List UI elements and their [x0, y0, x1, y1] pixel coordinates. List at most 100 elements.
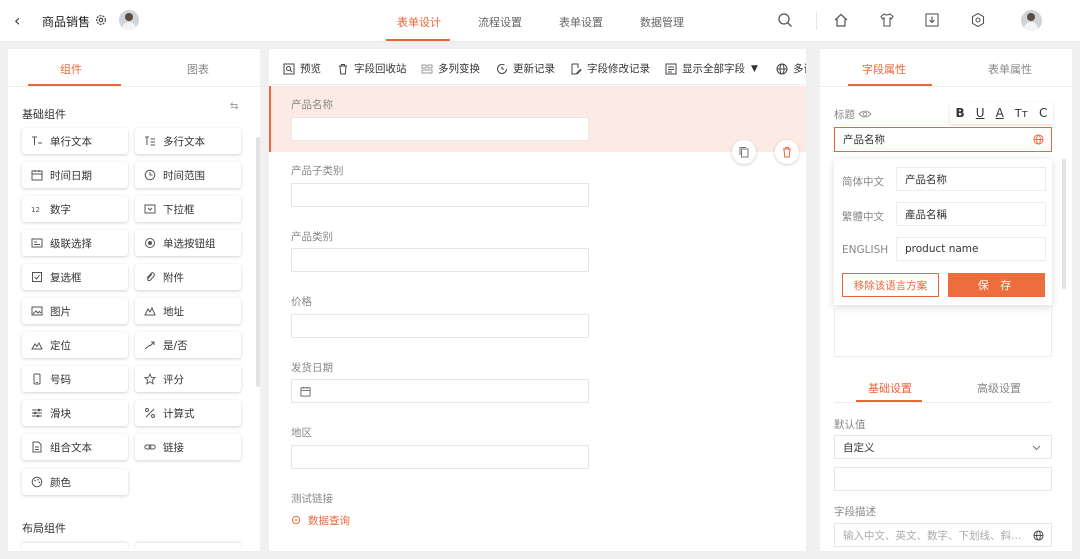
- svg-text:12: 12: [31, 206, 40, 214]
- title-label: 标题: [834, 109, 855, 121]
- dropdown-icon: [144, 204, 156, 214]
- field-input-product-name[interactable]: [291, 117, 589, 141]
- bold-button[interactable]: B: [956, 106, 965, 120]
- remove-language-button[interactable]: 移除该语言方案: [842, 273, 939, 297]
- component-layout-partial[interactable]: [22, 543, 128, 551]
- document-icon: [32, 441, 42, 453]
- field-label: 发货日期: [291, 362, 333, 374]
- save-button[interactable]: 保 存: [948, 273, 1045, 297]
- calendar-icon: [31, 170, 43, 181]
- component-rating[interactable]: 评分: [135, 366, 241, 392]
- lang-input-english[interactable]: product name: [896, 237, 1046, 261]
- globe-icon[interactable]: [1033, 134, 1044, 145]
- component-radio-group[interactable]: 单选按钮组: [135, 230, 241, 256]
- font-size-button[interactable]: Tт: [1015, 107, 1028, 120]
- component-location[interactable]: 定位: [22, 332, 128, 358]
- tab-field-properties[interactable]: 字段属性: [862, 61, 906, 77]
- tab-flow-settings[interactable]: 流程设置: [478, 14, 522, 30]
- field-input-price[interactable]: [291, 314, 589, 338]
- tab-components[interactable]: 组件: [60, 61, 82, 77]
- tab-form-settings[interactable]: 表单设置: [559, 14, 603, 30]
- text-color-button[interactable]: A: [996, 106, 1004, 120]
- update-log-button[interactable]: 更新记录: [496, 61, 555, 76]
- field-input-product-subcategory[interactable]: [291, 183, 589, 207]
- shirt-icon[interactable]: [879, 12, 895, 28]
- multi-column-button[interactable]: 多列变换: [421, 61, 480, 76]
- delete-field-button[interactable]: [775, 140, 799, 164]
- component-phone[interactable]: 号码: [22, 366, 128, 392]
- component-panel: 组件 图表 基础组件 ⇆ 单行文本 多行文本 时间日期 时间范围 12 数字 下…: [8, 49, 260, 551]
- search-icon[interactable]: [777, 12, 793, 28]
- default-value-input[interactable]: [834, 467, 1052, 491]
- field-input-region[interactable]: [291, 445, 589, 469]
- form-canvas: 预览 字段回收站 多列变换 更新记录 字段修改记录 显示全部字段 ▼ 多语: [269, 49, 806, 551]
- swap-icon[interactable]: ⇆: [230, 101, 238, 112]
- component-slider[interactable]: 滑块: [22, 400, 128, 426]
- user-avatar[interactable]: [1021, 10, 1042, 31]
- multi-language-button[interactable]: 多语: [776, 61, 806, 76]
- lang-input-traditional[interactable]: 產品名稱: [896, 202, 1046, 226]
- component-address[interactable]: 地址: [135, 298, 241, 324]
- gear-icon[interactable]: [94, 13, 108, 27]
- default-value-select[interactable]: 自定义: [834, 435, 1052, 459]
- underline-button[interactable]: U: [976, 106, 985, 120]
- multi-text-icon: [145, 136, 155, 146]
- avatar[interactable]: [119, 10, 139, 30]
- component-time-range[interactable]: 时间范围: [135, 162, 241, 188]
- component-dropdown[interactable]: 下拉框: [135, 196, 241, 222]
- component-number[interactable]: 12 数字: [22, 196, 128, 222]
- link-icon: [144, 444, 156, 450]
- component-formula[interactable]: 计算式: [135, 400, 241, 426]
- download-icon[interactable]: [924, 12, 940, 28]
- component-multi-text[interactable]: 多行文本: [135, 128, 241, 154]
- field-description-label: 字段描述: [834, 506, 876, 518]
- checkbox-icon: [32, 272, 42, 282]
- multi-language-popup: 简体中文 产品名称 繁體中文 產品名稱 ENGLISH product name…: [834, 159, 1052, 305]
- component-cascader[interactable]: 级联选择: [22, 230, 128, 256]
- map-icon: [144, 306, 156, 316]
- field-description-input[interactable]: 输入中文、英文、数字、下划线、斜…: [834, 523, 1052, 547]
- text-format-toolbar: B U A Tт C: [950, 102, 1053, 124]
- eye-icon[interactable]: [858, 109, 872, 119]
- title-input[interactable]: 产品名称: [834, 127, 1052, 152]
- clear-format-button[interactable]: C: [1039, 106, 1047, 120]
- component-checkbox[interactable]: 复选框: [22, 264, 128, 290]
- copy-field-button[interactable]: [732, 140, 756, 164]
- show-all-fields-dropdown[interactable]: 显示全部字段 ▼: [665, 61, 758, 76]
- data-query-link[interactable]: 数据查询: [291, 513, 350, 528]
- left-scrollbar[interactable]: [256, 137, 260, 387]
- property-scrollbar[interactable]: [1062, 159, 1066, 289]
- component-datetime[interactable]: 时间日期: [22, 162, 128, 188]
- back-icon[interactable]: ‹: [14, 11, 20, 30]
- tab-data-management[interactable]: 数据管理: [640, 14, 684, 30]
- component-combined-text[interactable]: 组合文本: [22, 434, 128, 460]
- lang-label-english: ENGLISH: [842, 244, 889, 256]
- component-single-text[interactable]: 单行文本: [22, 128, 128, 154]
- settings-icon[interactable]: [970, 12, 986, 28]
- tab-charts[interactable]: 图表: [187, 61, 209, 77]
- field-input-product-category[interactable]: [291, 248, 589, 272]
- field-input-ship-date[interactable]: [291, 379, 589, 403]
- component-yes-no[interactable]: 是/否: [135, 332, 241, 358]
- component-image[interactable]: 图片: [22, 298, 128, 324]
- header-divider: [816, 12, 817, 30]
- component-link[interactable]: 链接: [135, 434, 241, 460]
- trash-icon: [339, 63, 347, 74]
- globe-icon[interactable]: [1033, 530, 1044, 541]
- component-attachment[interactable]: 附件: [135, 264, 241, 290]
- component-color[interactable]: 颜色: [22, 469, 128, 495]
- tab-advanced-settings[interactable]: 高级设置: [977, 380, 1021, 396]
- lang-input-simplified[interactable]: 产品名称: [896, 167, 1046, 191]
- single-text-icon: [32, 136, 42, 145]
- field-change-log-button[interactable]: 字段修改记录: [570, 61, 650, 76]
- top-bar: ‹ 商品销售 表单设计 流程设置 表单设置 数据管理: [0, 0, 1080, 42]
- clock-icon: [144, 169, 156, 181]
- sub-tab-border: [834, 402, 1052, 403]
- tab-form-design[interactable]: 表单设计: [397, 14, 441, 30]
- component-layout-partial-2[interactable]: [135, 543, 241, 551]
- preview-button[interactable]: 预览: [283, 61, 321, 76]
- field-recycle-bin-button[interactable]: 字段回收站: [337, 61, 407, 76]
- tab-form-properties[interactable]: 表单属性: [988, 61, 1032, 77]
- home-icon[interactable]: [833, 12, 849, 28]
- tab-basic-settings[interactable]: 基础设置: [868, 380, 912, 396]
